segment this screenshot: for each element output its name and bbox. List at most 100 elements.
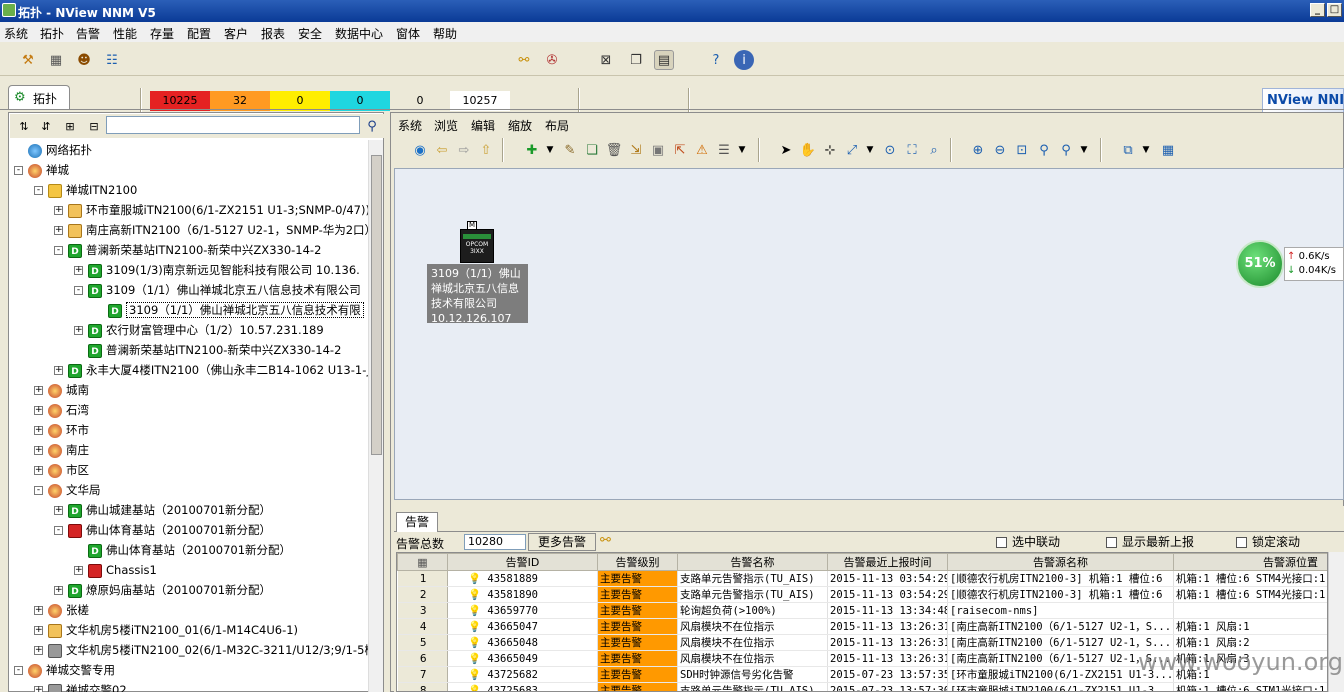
- edit-icon[interactable]: ✎: [560, 140, 580, 160]
- zoom-fit-icon[interactable]: ⊙: [880, 140, 900, 160]
- tree-node[interactable]: D 佛山体育基站（20100701新分配）: [74, 540, 291, 560]
- collapse-toggle-icon[interactable]: -: [74, 286, 83, 295]
- dropdown-icon[interactable]: ▼: [732, 140, 752, 160]
- zoom-out-icon[interactable]: ⊖: [990, 140, 1010, 160]
- expand-toggle-icon[interactable]: +: [34, 426, 43, 435]
- alarm-row[interactable]: 3 💡 43659770 主要告警 轮询超负荷(>100%) 2015-11-13 13…: [397, 602, 1327, 619]
- binoculars-icon[interactable]: ⚲: [362, 116, 382, 136]
- topo-menu-browse[interactable]: 浏览: [434, 117, 458, 134]
- menu-topology[interactable]: 拓扑: [40, 25, 64, 42]
- menu-window[interactable]: 窗体: [396, 25, 420, 42]
- tool-icon[interactable]: ⚒: [18, 50, 38, 70]
- menu-system[interactable]: 系统: [4, 25, 28, 42]
- sort-asc-icon[interactable]: ⇅: [14, 116, 34, 136]
- collapse-toggle-icon[interactable]: -: [34, 486, 43, 495]
- tree-node[interactable]: - 禅城ITN2100: [34, 180, 137, 200]
- alarm-row[interactable]: 2 💡 43581890 主要告警 支路单元告警指示(TU_AIS) 2015-11-1…: [397, 586, 1327, 603]
- tree-node[interactable]: D 普澜新荣基站ITN2100-新荣中兴ZX330-14-2: [74, 340, 341, 360]
- group-icon[interactable]: ▣: [648, 140, 668, 160]
- back-icon[interactable]: ⇦: [432, 140, 452, 160]
- tree-node[interactable]: - 文华局: [34, 480, 101, 500]
- topo-menu-system[interactable]: 系统: [398, 117, 422, 134]
- column-header-source[interactable]: 告警源名称: [947, 553, 1174, 571]
- globe-icon[interactable]: ◉: [410, 140, 430, 160]
- option-linked[interactable]: 选中联动: [996, 533, 1060, 550]
- cascade-window-icon[interactable]: ❐: [626, 50, 646, 70]
- tree-node[interactable]: D 3109（1/1）佛山禅城北京五八信息技术有限: [94, 300, 364, 320]
- fullscreen-icon[interactable]: ⛶: [902, 140, 922, 160]
- option-show-latest[interactable]: 显示最新上报: [1106, 533, 1194, 550]
- alarm-row[interactable]: 1 💡 43581889 主要告警 支路单元告警指示(TU_AIS) 2015-11-1…: [397, 570, 1327, 587]
- select-area-icon[interactable]: ⊹: [820, 140, 840, 160]
- tree-node[interactable]: + 南庄: [34, 440, 89, 460]
- tree-node[interactable]: - 佛山体育基站（20100701新分配）: [54, 520, 271, 540]
- link-icon[interactable]: ⚯: [600, 533, 611, 548]
- tree-node[interactable]: + D 佛山城建基站（20100701新分配）: [54, 500, 271, 520]
- export-icon[interactable]: ⇱: [670, 140, 690, 160]
- list-icon[interactable]: ☰: [714, 140, 734, 160]
- copy-icon[interactable]: ❏: [582, 140, 602, 160]
- tree-scrollbar[interactable]: [368, 140, 383, 692]
- find-icon[interactable]: ⌕: [924, 140, 944, 160]
- more-alarms-button[interactable]: 更多告警: [528, 533, 596, 551]
- hand-icon[interactable]: ✋: [798, 140, 818, 160]
- tree-node[interactable]: + D 农行财富管理中心（1/2）10.57.231.189: [74, 320, 324, 340]
- device-node-icon[interactable]: OPCOM 3IXX: [460, 229, 494, 263]
- tree-node[interactable]: - 禅城交警专用: [14, 660, 115, 680]
- expand-toggle-icon[interactable]: +: [54, 586, 63, 595]
- grid-layout-icon[interactable]: ▦: [1158, 140, 1178, 160]
- tree-node[interactable]: + D 3109(1/3)南京新远见智能科技有限公司 10.136.: [74, 260, 360, 280]
- tree-node[interactable]: + 文华机房5楼iTN2100_02(6/1-M32C-3211/U12/3;9/…: [34, 640, 368, 660]
- column-header-select[interactable]: ▦: [397, 553, 448, 571]
- expand-all-icon[interactable]: ⊞: [60, 116, 80, 136]
- expand-toggle-icon[interactable]: +: [54, 506, 63, 515]
- expand-toggle-icon[interactable]: +: [34, 646, 43, 655]
- column-header-name[interactable]: 告警名称: [677, 553, 828, 571]
- menu-performance[interactable]: 性能: [113, 25, 137, 42]
- expand-toggle-icon[interactable]: +: [54, 206, 63, 215]
- tree-node[interactable]: + 张槎: [34, 600, 89, 620]
- users-icon[interactable]: ☻: [74, 50, 94, 70]
- tree-node[interactable]: - D 3109（1/1）佛山禅城北京五八信息技术有限公司: [74, 280, 361, 300]
- tree-node[interactable]: + D 燎原妈庙基站（20100701新分配）: [54, 580, 271, 600]
- sound-icon[interactable]: ✇: [542, 50, 562, 70]
- expand-toggle-icon[interactable]: +: [74, 266, 83, 275]
- checkbox[interactable]: [996, 537, 1007, 548]
- menu-config[interactable]: 配置: [187, 25, 211, 42]
- topo-menu-edit[interactable]: 编辑: [471, 117, 495, 134]
- collapse-toggle-icon[interactable]: -: [54, 526, 63, 535]
- collapse-toggle-icon[interactable]: -: [34, 186, 43, 195]
- tree-node[interactable]: - 禅城: [14, 160, 69, 180]
- tree-node[interactable]: + 城南: [34, 380, 89, 400]
- tree-icon[interactable]: ☷: [102, 50, 122, 70]
- add-icon[interactable]: ✚: [522, 140, 542, 160]
- topology-canvas[interactable]: [394, 168, 1344, 500]
- tree-node[interactable]: - D 普澜新荣基站ITN2100-新荣中兴ZX330-14-2: [54, 240, 321, 260]
- expand-toggle-icon[interactable]: +: [54, 226, 63, 235]
- tile-window-icon[interactable]: ▤: [654, 50, 674, 70]
- expand-toggle-icon[interactable]: +: [34, 686, 43, 692]
- expand-toggle-icon[interactable]: +: [54, 366, 63, 375]
- minimize-button[interactable]: _: [1310, 3, 1325, 17]
- tree-node[interactable]: 网络拓扑: [14, 140, 92, 160]
- expand-toggle-icon[interactable]: +: [34, 626, 43, 635]
- column-header-location[interactable]: 告警源位置: [1173, 553, 1327, 571]
- tree-node[interactable]: + D 永丰大厦4楼ITN2100（佛山永丰二B14-1062 U13-1-J: [54, 360, 368, 380]
- zoom-custom-icon[interactable]: ⚲: [1056, 140, 1076, 160]
- tree-node[interactable]: + 市区: [34, 460, 89, 480]
- collapse-all-icon[interactable]: ⊟: [84, 116, 104, 136]
- up-icon[interactable]: ⇧: [476, 140, 496, 160]
- option-lock-scroll[interactable]: 锁定滚动: [1236, 533, 1300, 550]
- help-icon[interactable]: ?: [706, 50, 726, 70]
- zoom-area-icon[interactable]: ⊡: [1012, 140, 1032, 160]
- expand-toggle-icon[interactable]: +: [74, 326, 83, 335]
- pointer-icon[interactable]: ➤: [776, 140, 796, 160]
- expand-toggle-icon[interactable]: +: [34, 406, 43, 415]
- menu-inventory[interactable]: 存量: [150, 25, 174, 42]
- checkbox[interactable]: [1236, 537, 1247, 548]
- collapse-toggle-icon[interactable]: -: [14, 166, 23, 175]
- import-icon[interactable]: ⇲: [626, 140, 646, 160]
- warning-icon[interactable]: ⚠: [692, 140, 712, 160]
- checkbox[interactable]: [1106, 537, 1117, 548]
- tree-node[interactable]: + 禅城交警02: [34, 680, 127, 692]
